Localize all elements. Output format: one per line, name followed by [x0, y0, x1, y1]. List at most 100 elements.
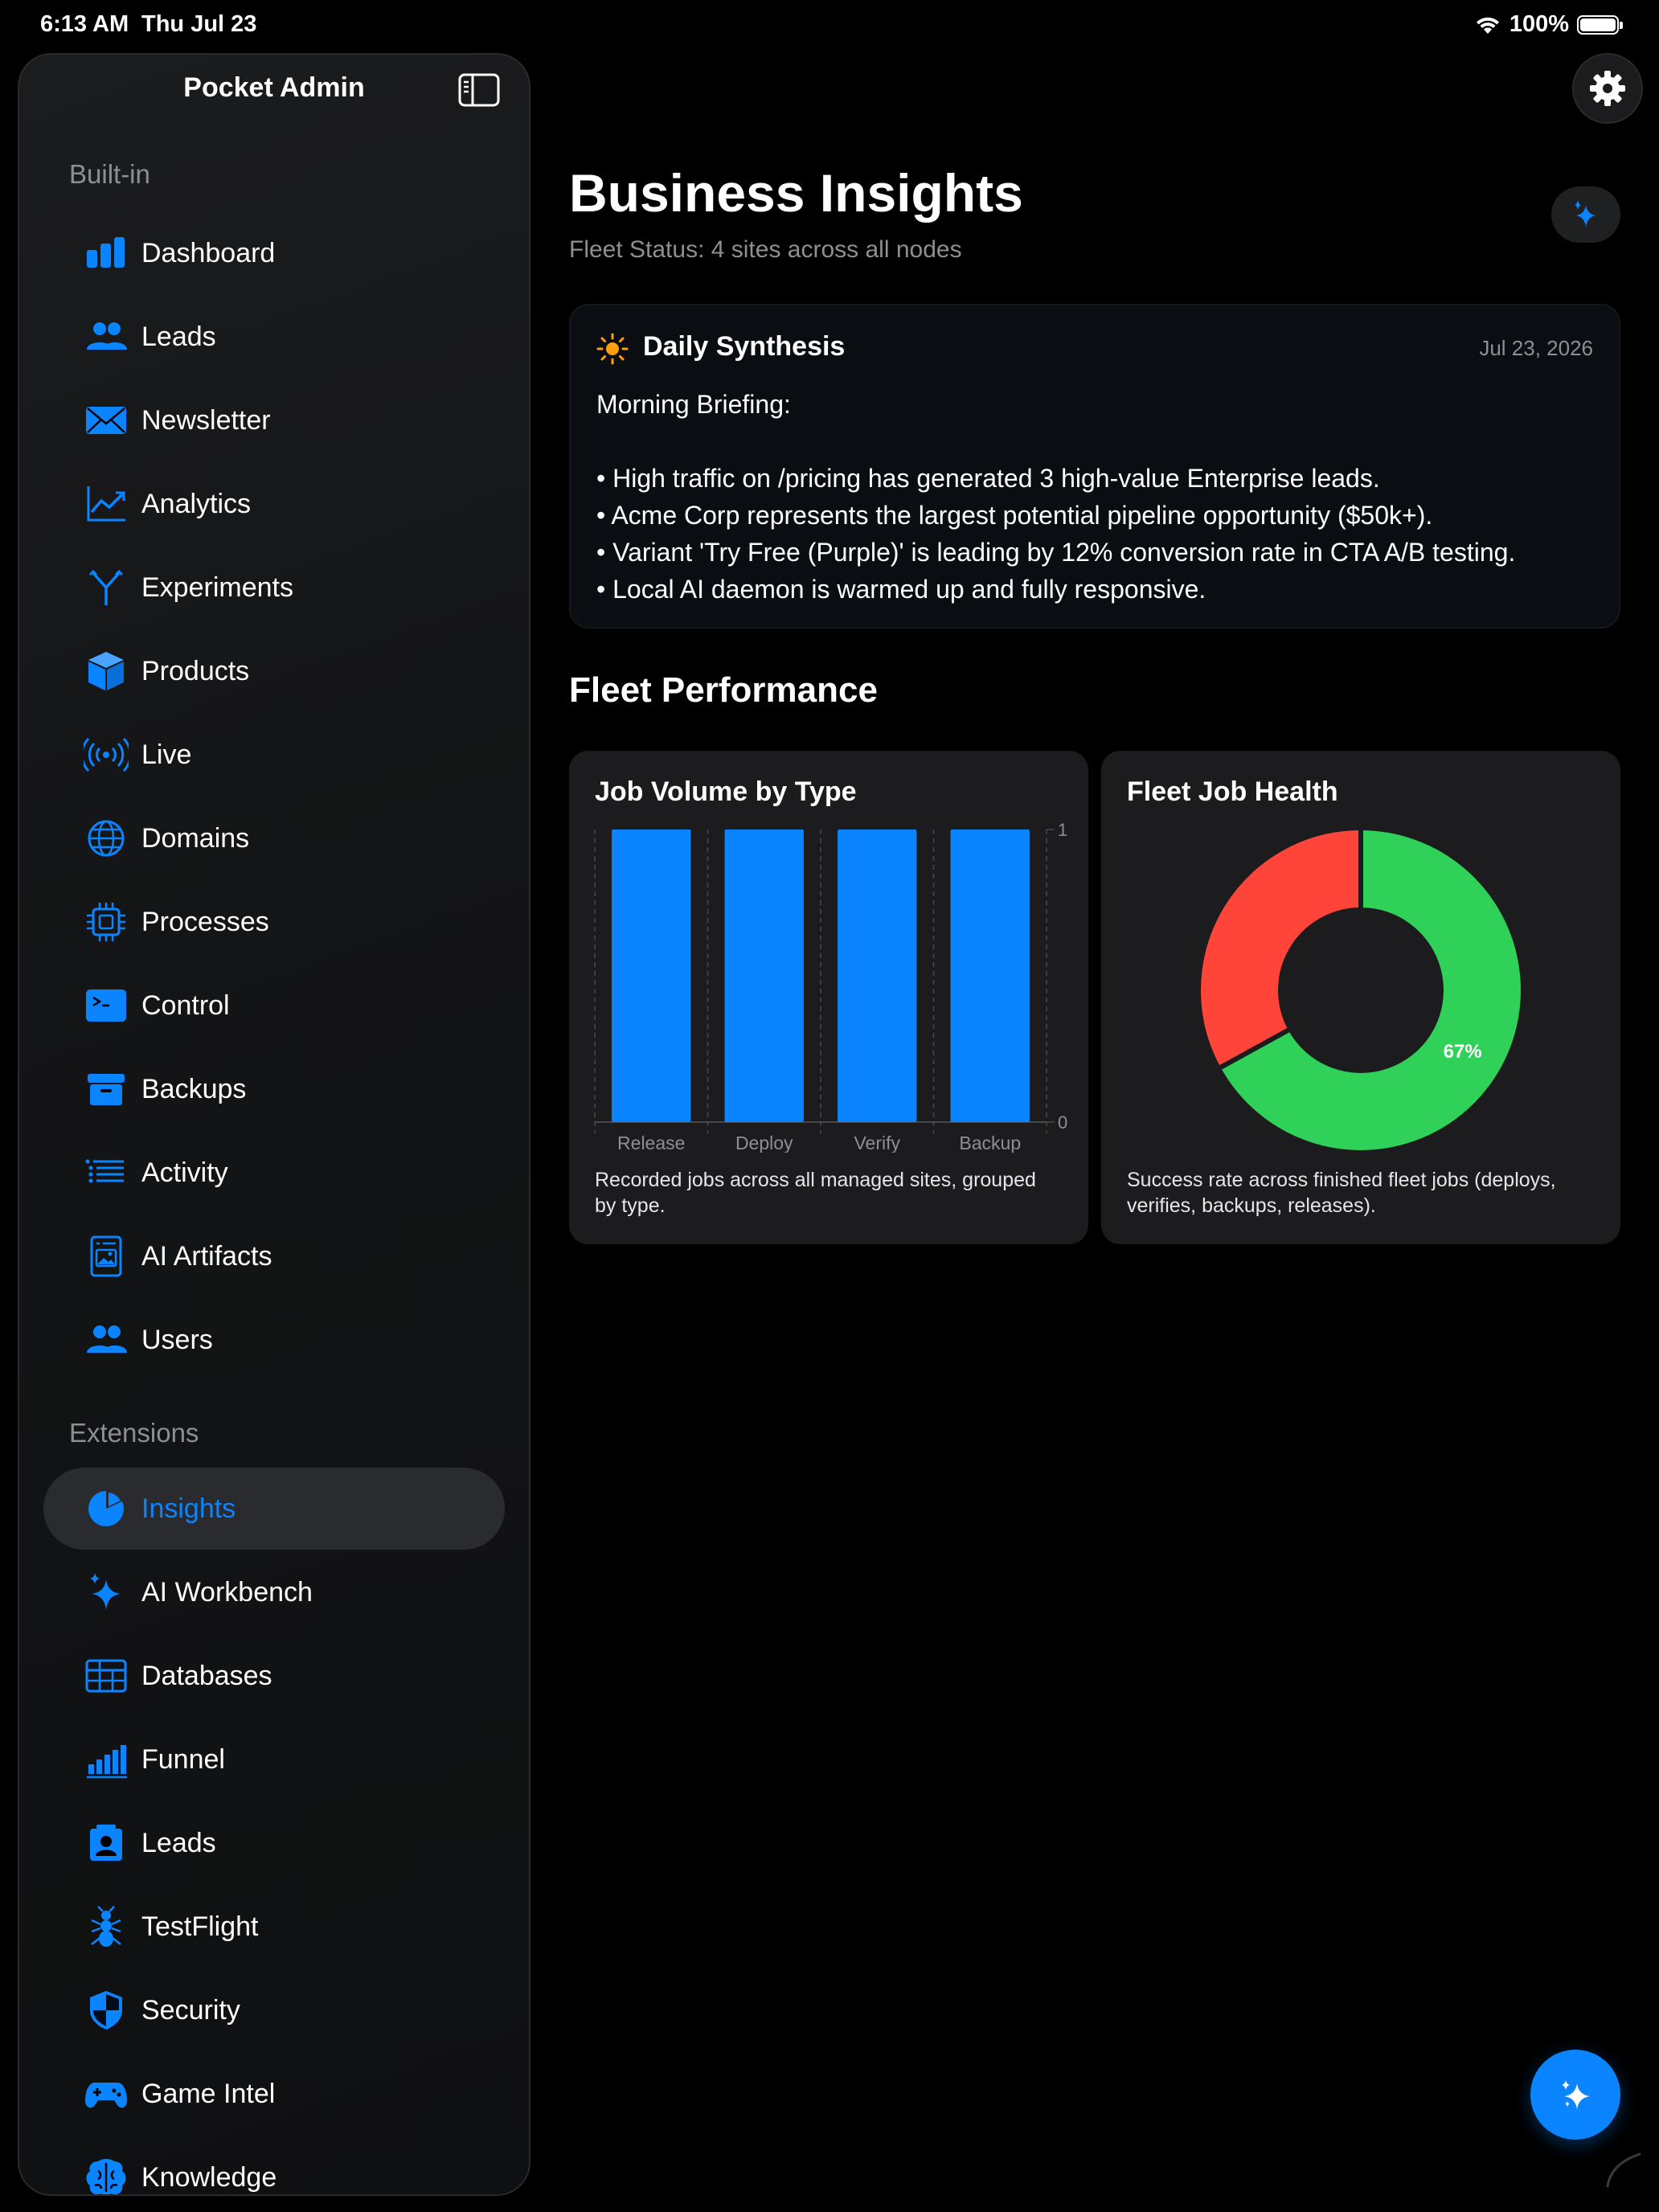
- sidebar-item-label: Knowledge: [141, 2161, 277, 2193]
- battery-icon: [1577, 14, 1623, 35]
- sidebar-item-insights[interactable]: Insights: [43, 1468, 505, 1550]
- sidebar-item-domains[interactable]: Domains: [43, 797, 505, 879]
- status-time: 6:13 AM: [40, 11, 129, 37]
- terminal-icon: [82, 981, 130, 1030]
- sidebar-item-label: Leads: [141, 321, 216, 352]
- sidebar-item-game-intel[interactable]: Game Intel: [43, 2053, 505, 2135]
- sidebar-item-activity[interactable]: Activity: [43, 1132, 505, 1214]
- bar-verify: [838, 830, 917, 1122]
- resize-handle-icon: [1606, 2153, 1641, 2188]
- ant-icon: [82, 1903, 130, 1951]
- sparkles-icon: [1575, 200, 1596, 227]
- section-label-built-in: Built-in: [69, 159, 150, 189]
- sidebar-item-label: Products: [141, 655, 250, 686]
- status-bar: 6:13 AM Thu Jul 23 100%: [0, 0, 1659, 51]
- synthesis-title: Daily Synthesis: [643, 331, 846, 362]
- x-tick-label: Verify: [854, 1133, 900, 1153]
- sidebar-item-label: Activity: [141, 1157, 228, 1188]
- section-label-extensions: Extensions: [69, 1418, 199, 1448]
- synthesis-line: • Acme Corp represents the largest poten…: [596, 501, 1433, 530]
- synthesis-body: Morning Briefing: • High traffic on /pri…: [596, 386, 1515, 608]
- sidebar-item-users[interactable]: Users: [43, 1299, 505, 1381]
- synthesis-line: • Local AI daemon is warmed up and fully…: [596, 575, 1206, 604]
- pie-chart-icon: [82, 1485, 130, 1533]
- sidebar-item-testflight[interactable]: TestFlight: [43, 1886, 505, 1968]
- sidebar-item-label: Backups: [141, 1073, 247, 1104]
- envelope-icon: [82, 396, 130, 444]
- sidebar-item-control[interactable]: Control: [43, 965, 505, 1047]
- bar-chart-icon: [82, 229, 130, 277]
- sidebar-item-label: Dashboard: [141, 237, 276, 268]
- status-indicators: 100%: [1474, 11, 1623, 38]
- sidebar-item-leads-extension[interactable]: Leads: [43, 1802, 505, 1884]
- sidebar-item-experiments[interactable]: Experiments: [43, 547, 505, 629]
- synthesis-line: • High traffic on /pricing has generated…: [596, 464, 1380, 493]
- sidebar-item-label: Leads: [141, 1827, 216, 1858]
- sidebar-item-label: Live: [141, 739, 192, 770]
- sidebar-item-databases[interactable]: Databases: [43, 1635, 505, 1717]
- sidebar-item-analytics[interactable]: Analytics: [43, 463, 505, 545]
- sidebar-item-label: Newsletter: [141, 404, 271, 436]
- document-image-icon: [82, 1232, 130, 1280]
- ai-fab-button[interactable]: [1530, 2050, 1620, 2140]
- sun-icon: [596, 333, 629, 365]
- sidebar-item-knowledge[interactable]: Knowledge: [43, 2136, 505, 2194]
- sidebar-item-label: AI Workbench: [141, 1576, 313, 1608]
- sidebar-item-processes[interactable]: Processes: [43, 881, 505, 963]
- x-tick-label: Release: [617, 1133, 685, 1153]
- sidebar-item-ai-workbench[interactable]: AI Workbench: [43, 1551, 505, 1633]
- sidebar-toggle-button[interactable]: [458, 72, 500, 108]
- sidebar-item-label: Experiments: [141, 571, 293, 603]
- sidebar-item-security[interactable]: Security: [43, 1969, 505, 2051]
- x-tick-label: Deploy: [735, 1133, 793, 1153]
- slice-label: 67%: [1444, 1041, 1482, 1063]
- sidebar-item-label: Funnel: [141, 1743, 225, 1775]
- settings-button[interactable]: [1572, 53, 1643, 124]
- card-description: Success rate across finished fleet jobs …: [1127, 1169, 1556, 1217]
- shield-icon: [82, 1986, 130, 2034]
- sidebar-item-label: Insights: [141, 1493, 236, 1524]
- bars-ascending-icon: [82, 1735, 130, 1784]
- gear-icon: [1590, 71, 1625, 106]
- page-subtitle: Fleet Status: 4 sites across all nodes: [569, 236, 962, 263]
- contact-card-icon: [82, 1819, 130, 1867]
- sparkles-icon: [82, 1568, 130, 1616]
- sidebar: Pocket Admin Built-in Dashboard Leads Ne…: [18, 53, 530, 2196]
- list-icon: [82, 1149, 130, 1197]
- people-icon: [82, 313, 130, 361]
- sidebar-item-dashboard[interactable]: Dashboard: [43, 212, 505, 294]
- branch-icon: [82, 563, 130, 612]
- sidebar-item-funnel[interactable]: Funnel: [43, 1718, 505, 1800]
- fleet-health-donut-chart: 67%: [1196, 825, 1526, 1153]
- sidebar-toggle-icon: [458, 73, 500, 107]
- sidebar-item-ai-artifacts[interactable]: AI Artifacts: [43, 1215, 505, 1297]
- sidebar-item-backups[interactable]: Backups: [43, 1048, 505, 1130]
- bar-backup: [950, 830, 1030, 1122]
- battery-percent: 100%: [1509, 11, 1569, 37]
- sidebar-item-label: Game Intel: [141, 2078, 276, 2109]
- sidebar-item-label: Control: [141, 989, 230, 1021]
- y-tick-label: 0: [1058, 1112, 1067, 1133]
- sidebar-item-live[interactable]: Live: [43, 714, 505, 796]
- sidebar-item-newsletter[interactable]: Newsletter: [43, 379, 505, 461]
- bar-deploy: [724, 830, 804, 1122]
- cpu-icon: [82, 898, 130, 946]
- ai-assist-button[interactable]: [1551, 186, 1620, 243]
- bar-release: [612, 830, 691, 1122]
- sidebar-item-label: Processes: [141, 906, 269, 937]
- sidebar-item-products[interactable]: Products: [43, 630, 505, 712]
- sidebar-item-leads[interactable]: Leads: [43, 296, 505, 378]
- broadcast-icon: [82, 731, 130, 779]
- job-volume-card: Job Volume by Type Release Deploy Verify Ba…: [569, 751, 1088, 1244]
- wifi-icon: [1476, 17, 1499, 34]
- table-icon: [82, 1652, 130, 1700]
- sidebar-item-label: Security: [141, 1994, 240, 2026]
- sidebar-item-label: TestFlight: [141, 1911, 259, 1942]
- status-date: Thu Jul 23: [141, 11, 257, 37]
- sparkles-icon: [1562, 2080, 1590, 2109]
- sidebar-item-label: Domains: [141, 822, 250, 854]
- synthesis-line: [596, 423, 1515, 460]
- archive-box-icon: [82, 1065, 130, 1113]
- gamepad-icon: [82, 2070, 130, 2118]
- donut-slice-1: [1196, 825, 1363, 1072]
